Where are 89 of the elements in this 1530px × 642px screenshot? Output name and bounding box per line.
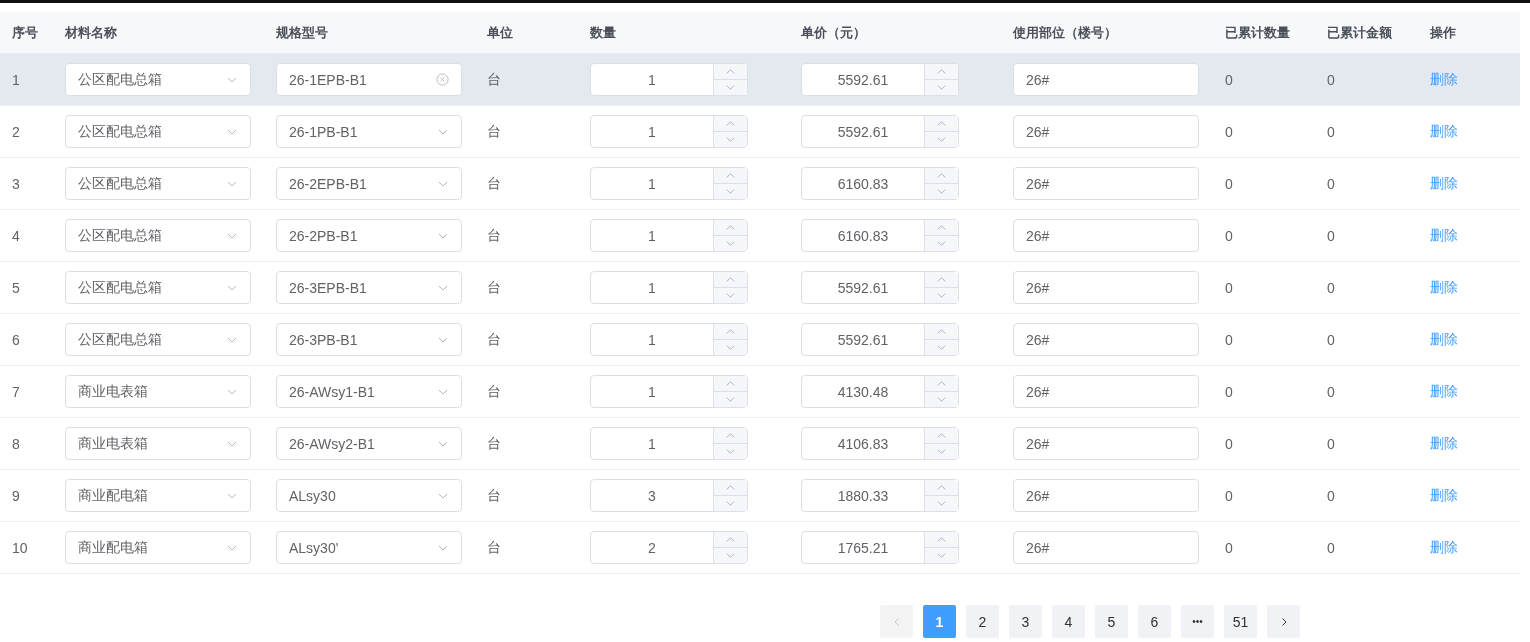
table-cell: 0 xyxy=(1327,487,1335,504)
column-header: 使用部位（楼号） xyxy=(1013,23,1117,42)
table-cell: 0 xyxy=(1225,227,1233,244)
unit-text: 台 xyxy=(487,486,501,505)
table-cell: 0 xyxy=(1327,383,1335,400)
spec-select[interactable]: 26-2EPB-B1 xyxy=(276,167,462,200)
row-number: 7 xyxy=(12,383,20,400)
column-header: 材料名称 xyxy=(65,23,117,42)
page-button[interactable]: 4 xyxy=(1052,605,1085,638)
spec-select[interactable]: 26-AWsy2-B1 xyxy=(276,427,462,460)
column-header: 单价（元） xyxy=(801,23,866,42)
spec-select[interactable]: 26-1PB-B1 xyxy=(276,115,462,148)
column-header: 操作 xyxy=(1430,23,1456,42)
table-cell: 0 xyxy=(1225,71,1233,88)
table-cell: 0 xyxy=(1327,123,1335,140)
material-select[interactable]: 公区配电总箱 xyxy=(65,167,251,200)
column-header: 规格型号 xyxy=(276,23,328,42)
location-input[interactable]: 26# xyxy=(1013,427,1199,460)
page-button[interactable]: 3 xyxy=(1009,605,1042,638)
material-select[interactable]: 公区配电总箱 xyxy=(65,219,251,252)
column-header: 序号 xyxy=(12,23,38,42)
spec-select[interactable]: ALsy30 xyxy=(276,479,462,512)
table-cell: 0 xyxy=(1225,123,1233,140)
location-input[interactable]: 26# xyxy=(1013,219,1199,252)
location-input[interactable]: 26# xyxy=(1013,115,1199,148)
location-input[interactable]: 26# xyxy=(1013,375,1199,408)
location-input[interactable]: 26# xyxy=(1013,531,1199,564)
unit-text: 台 xyxy=(487,122,501,141)
unit-text: 台 xyxy=(487,382,501,401)
spec-select[interactable]: 26-AWsy1-B1 xyxy=(276,375,462,408)
unit-text: 台 xyxy=(487,434,501,453)
column-header: 已累计金额 xyxy=(1327,23,1392,42)
row-number: 4 xyxy=(12,227,20,244)
more-pages-button[interactable]: ••• xyxy=(1181,605,1214,638)
material-select[interactable]: 公区配电总箱 xyxy=(65,115,251,148)
location-input[interactable]: 26# xyxy=(1013,479,1199,512)
unit-text: 台 xyxy=(487,70,501,89)
row-number: 8 xyxy=(12,435,20,452)
table-cell: 0 xyxy=(1327,435,1335,452)
material-select[interactable]: 商业电表箱 xyxy=(65,375,251,408)
table-cell: 0 xyxy=(1327,539,1335,556)
table-cell: 0 xyxy=(1225,383,1233,400)
row-number: 2 xyxy=(12,123,20,140)
page-button[interactable]: 51 xyxy=(1224,605,1257,638)
material-select[interactable]: 公区配电总箱 xyxy=(65,323,251,356)
table-cell: 0 xyxy=(1225,331,1233,348)
unit-text: 台 xyxy=(487,538,501,557)
row-number: 1 xyxy=(12,71,20,88)
location-input[interactable]: 26# xyxy=(1013,63,1199,96)
spec-select[interactable]: 26-3EPB-B1 xyxy=(276,271,462,304)
table-cell: 0 xyxy=(1327,279,1335,296)
next-page-button[interactable] xyxy=(1267,605,1300,638)
table-cell: 0 xyxy=(1225,175,1233,192)
location-input[interactable]: 26# xyxy=(1013,271,1199,304)
table-cell: 0 xyxy=(1225,279,1233,296)
clear-icon[interactable] xyxy=(436,73,449,86)
spec-select[interactable]: 26-1EPB-B1 xyxy=(276,63,462,96)
column-header: 单位 xyxy=(487,23,513,42)
row-number: 9 xyxy=(12,487,20,504)
table-cell: 0 xyxy=(1225,539,1233,556)
unit-text: 台 xyxy=(487,278,501,297)
table-cell: 0 xyxy=(1225,487,1233,504)
column-header: 数量 xyxy=(590,23,616,42)
table-cell: 0 xyxy=(1327,71,1335,88)
table-cell: 0 xyxy=(1327,331,1335,348)
page-button[interactable]: 2 xyxy=(966,605,999,638)
table-cell: 0 xyxy=(1327,227,1335,244)
row-number: 6 xyxy=(12,331,20,348)
location-input[interactable]: 26# xyxy=(1013,323,1199,356)
page-button[interactable]: 5 xyxy=(1095,605,1128,638)
material-select[interactable]: 商业配电箱 xyxy=(65,531,251,564)
unit-text: 台 xyxy=(487,226,501,245)
table-cell: 0 xyxy=(1327,175,1335,192)
table-cell: 0 xyxy=(1225,435,1233,452)
location-input[interactable]: 26# xyxy=(1013,167,1199,200)
unit-text: 台 xyxy=(487,174,501,193)
material-select[interactable]: 公区配电总箱 xyxy=(65,63,251,96)
spec-select[interactable]: ALsy30' xyxy=(276,531,462,564)
material-select[interactable]: 商业电表箱 xyxy=(65,427,251,460)
spec-select[interactable]: 26-2PB-B1 xyxy=(276,219,462,252)
row-number: 10 xyxy=(12,539,28,556)
column-header: 已累计数量 xyxy=(1225,23,1290,42)
row-number: 5 xyxy=(12,279,20,296)
spec-select[interactable]: 26-3PB-B1 xyxy=(276,323,462,356)
row-number: 3 xyxy=(12,175,20,192)
unit-text: 台 xyxy=(487,330,501,349)
material-select[interactable]: 商业配电箱 xyxy=(65,479,251,512)
material-select[interactable]: 公区配电总箱 xyxy=(65,271,251,304)
page-button[interactable]: 6 xyxy=(1138,605,1171,638)
